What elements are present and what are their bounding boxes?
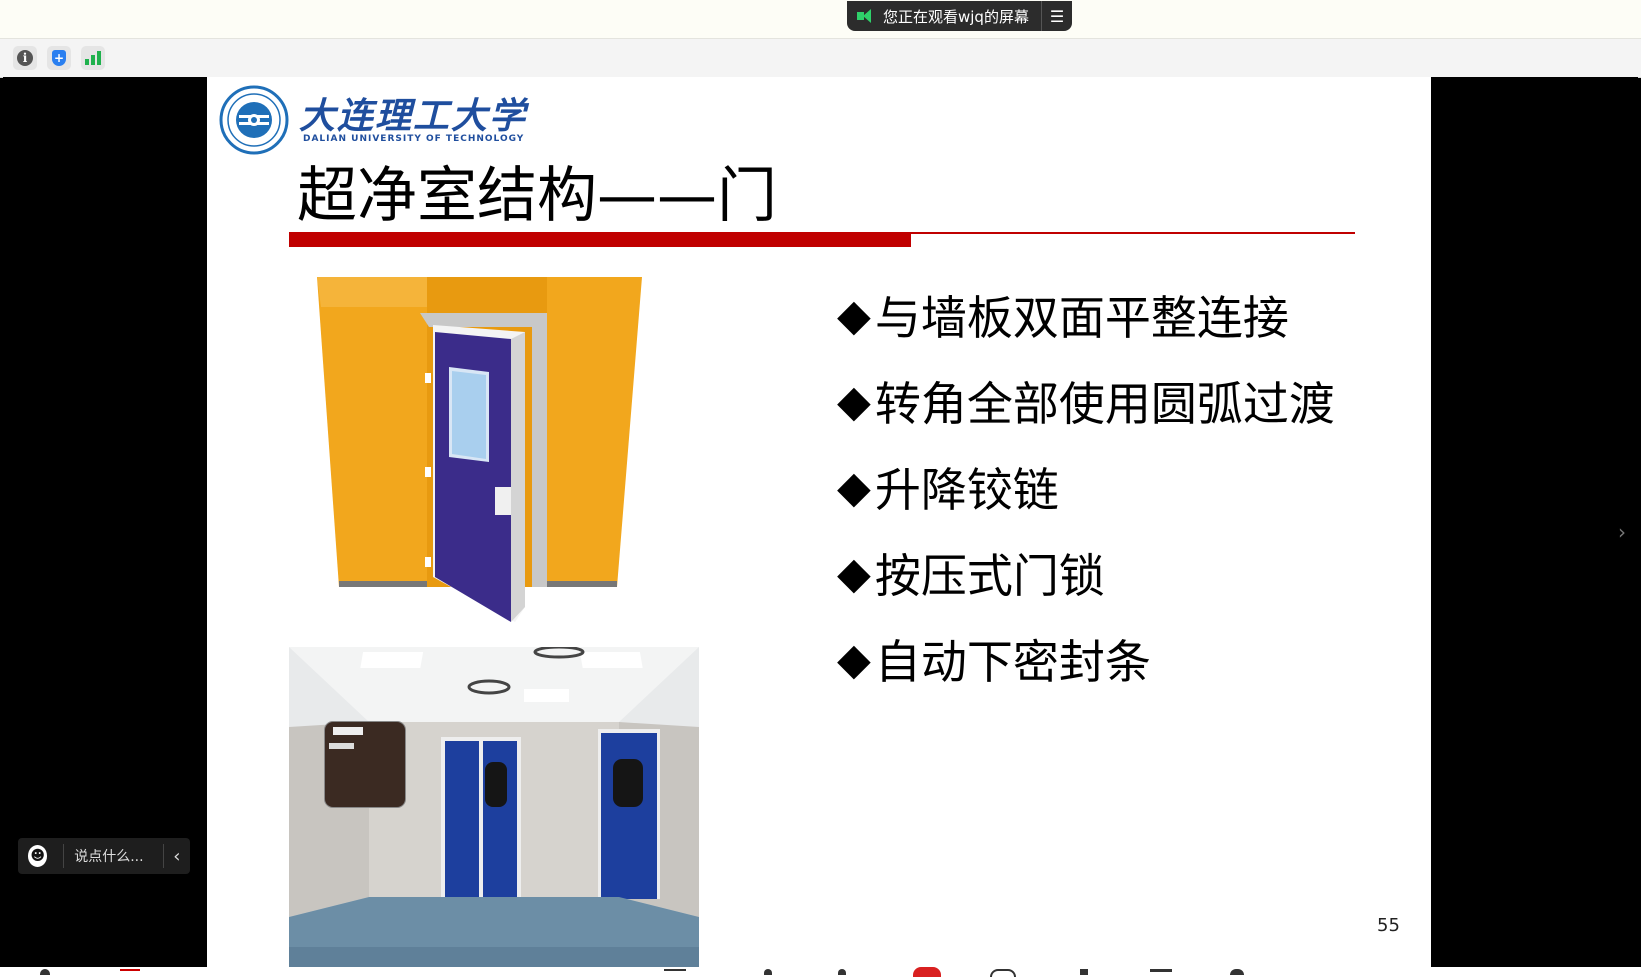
- diamond-bullet-icon: ◆: [837, 547, 871, 599]
- diamond-bullet-icon: ◆: [837, 375, 871, 427]
- bottom-controls-edge: [0, 967, 1641, 977]
- next-page-icon[interactable]: ›: [1618, 520, 1626, 544]
- logo-english-name: DALIAN UNIVERSITY OF TECHNOLOGY: [303, 134, 525, 144]
- control-button-edge[interactable]: [120, 969, 140, 971]
- cleanroom-photo: [289, 647, 699, 967]
- notification-badge[interactable]: [913, 967, 941, 977]
- bullet-list: ◆ 与墙板双面平整连接 ◆ 转角全部使用圆弧过渡 ◆ 升降铰链 ◆ 按压式门锁 ◆ 自动下…: [837, 272, 1335, 702]
- diamond-bullet-icon: ◆: [837, 633, 871, 685]
- control-button-edge[interactable]: [1150, 969, 1172, 972]
- diamond-bullet-icon: ◆: [837, 289, 871, 341]
- slide-page-number: 55: [1377, 915, 1400, 936]
- bullet-item: ◆ 转角全部使用圆弧过渡: [837, 358, 1335, 444]
- control-button-edge[interactable]: [990, 969, 1016, 977]
- control-button-edge[interactable]: [764, 969, 772, 975]
- bullet-item: ◆ 按压式门锁: [837, 530, 1335, 616]
- signal-strength-icon: [85, 51, 101, 65]
- collapse-chat-icon[interactable]: ‹: [164, 846, 190, 867]
- bullet-text: 升降铰链: [874, 463, 1059, 517]
- info-icon: i: [17, 50, 33, 66]
- diamond-bullet-icon: ◆: [837, 461, 871, 513]
- top-bar: 您正在观看wjq的屏幕 ☰: [0, 0, 1641, 39]
- speaker-active-icon: [857, 9, 875, 23]
- menu-lines-icon[interactable]: ☰: [1041, 1, 1072, 31]
- meeting-toolbar: i +: [0, 39, 1641, 78]
- screen-share-label: 您正在观看wjq的屏幕: [883, 7, 1029, 26]
- control-button-edge[interactable]: [1230, 969, 1244, 975]
- bullet-text: 自动下密封条: [874, 635, 1151, 689]
- control-button-edge[interactable]: [1080, 969, 1088, 975]
- control-button-edge[interactable]: [40, 969, 50, 975]
- presentation-slide: 大连理工大学 DALIAN UNIVERSITY OF TECHNOLOGY 超…: [207, 77, 1431, 967]
- title-accent-bar: [289, 234, 911, 247]
- bullet-item: ◆ 升降铰链: [837, 444, 1335, 530]
- chat-input-bar[interactable]: ☻ 说点什么... ‹: [18, 838, 190, 874]
- control-button-edge[interactable]: [664, 969, 686, 971]
- bullet-text: 转角全部使用圆弧过渡: [874, 377, 1335, 431]
- slide-title: 超净室结构——门: [297, 161, 777, 231]
- bullet-text: 与墙板双面平整连接: [874, 291, 1289, 345]
- screen-share-banner[interactable]: 您正在观看wjq的屏幕 ☰: [847, 1, 1072, 31]
- university-emblem-icon: [219, 85, 289, 155]
- bullet-text: 按压式门锁: [874, 549, 1105, 603]
- shield-icon: +: [52, 50, 66, 66]
- chat-input[interactable]: 说点什么...: [64, 846, 158, 866]
- logo-chinese-name: 大连理工大学: [299, 95, 528, 137]
- bullet-item: ◆ 与墙板双面平整连接: [837, 272, 1335, 358]
- control-button-edge[interactable]: [838, 969, 846, 975]
- network-status-button[interactable]: [81, 46, 105, 70]
- info-button[interactable]: i: [13, 46, 37, 70]
- emoji-icon[interactable]: ☻: [28, 845, 48, 867]
- bullet-item: ◆ 自动下密封条: [837, 616, 1335, 702]
- security-button[interactable]: +: [47, 46, 71, 70]
